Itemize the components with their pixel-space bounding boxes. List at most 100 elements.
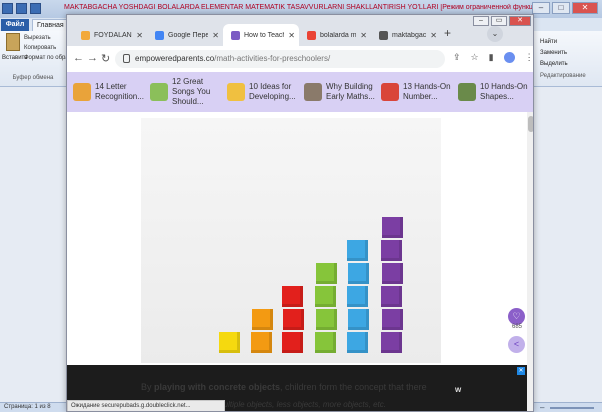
minimize-icon[interactable]: – — [532, 2, 550, 14]
editing-group-label: Редактирование — [540, 73, 586, 79]
cube — [381, 240, 402, 261]
tab-close-icon[interactable]: ✕ — [288, 31, 295, 40]
browser-tab[interactable]: maktabgacha-ta-lim ✕ — [371, 24, 441, 46]
sidebar-icon[interactable]: ▮ — [489, 52, 494, 63]
related-article[interactable]: 12 Great Songs You Should... — [150, 76, 227, 108]
toolbar-icons: ⇪ ☆ ▮ ⋮ — [453, 52, 533, 63]
lock-icon[interactable] — [123, 54, 130, 63]
paragraph-suffix: , children form the concept that there — [280, 382, 427, 392]
bookmark-star-icon[interactable]: ☆ — [471, 52, 479, 63]
paragraph-bold: playing with concrete objects — [154, 382, 281, 392]
tab-search-icon[interactable]: ⌄ — [487, 26, 503, 42]
browser-tab[interactable]: bolalarda matematik ✕ — [299, 24, 371, 46]
scrollbar-thumb[interactable] — [528, 116, 533, 132]
word-window-controls: – □ ✕ — [532, 2, 598, 14]
minimize-icon[interactable]: – — [473, 16, 489, 26]
browser-tab-active[interactable]: How to Teach Math ✕ — [223, 24, 299, 46]
article-paragraph-line2: multiple objects, less objects, more obj… — [217, 400, 386, 409]
close-icon[interactable]: ✕ — [509, 16, 531, 26]
page-scrollbar[interactable] — [527, 112, 533, 411]
extension-icon[interactable] — [503, 52, 515, 63]
browser-tab[interactable]: FOYDALANILGAN ✕ — [73, 24, 147, 46]
related-article[interactable]: 13 Hands-On Number... — [381, 76, 458, 108]
tab-title: FOYDALANILGAN — [94, 31, 132, 39]
cube — [251, 332, 272, 353]
tab-title: maktabgacha-ta-lim — [392, 31, 427, 39]
tab-close-icon[interactable]: ✕ — [212, 31, 219, 40]
zoom-out-icon[interactable]: – — [540, 403, 544, 412]
menu-icon[interactable]: ⋮ — [525, 52, 533, 63]
related-article[interactable]: Why Building Early Maths... — [304, 76, 381, 108]
close-icon[interactable]: ✕ — [572, 2, 598, 14]
cube — [381, 286, 402, 307]
word-logo-icon — [2, 3, 13, 14]
find-button[interactable]: Найти — [540, 37, 602, 48]
tab-title: bolalarda matematik — [320, 31, 357, 39]
related-article[interactable]: 10 Hands-On Shapes... — [458, 76, 533, 108]
cube — [381, 332, 402, 353]
quick-access-toolbar — [2, 3, 41, 14]
url-path: /math-activities-for-preschoolers/ — [214, 54, 331, 63]
save-icon[interactable] — [16, 3, 27, 14]
browser-toolbar: ← → ↻ empoweredparents.co/math-activitie… — [67, 46, 533, 72]
new-tab-icon[interactable]: + — [444, 26, 451, 40]
ad-close-icon[interactable]: ✕ — [517, 367, 525, 375]
share-button-icon[interactable]: < — [508, 336, 525, 353]
cube — [348, 309, 369, 330]
tab-close-icon[interactable]: ✕ — [430, 31, 437, 40]
cube — [382, 309, 403, 330]
cut-button[interactable]: Вырезать — [24, 35, 51, 41]
heart-icon[interactable]: ♡ — [508, 308, 525, 325]
page-count: Страница: 1 из 8 — [4, 404, 51, 410]
address-bar[interactable]: empoweredparents.co/math-activities-for-… — [115, 50, 445, 68]
tab-file[interactable]: Файл — [1, 19, 29, 31]
cube — [283, 309, 304, 330]
cube — [315, 332, 336, 353]
cube — [347, 286, 368, 307]
replace-button[interactable]: Заменить — [540, 48, 602, 59]
browser-window: FOYDALANILGAN ✕ Google Переводчик ✕ How … — [66, 14, 534, 412]
tab-close-icon[interactable]: ✕ — [360, 31, 367, 40]
clipboard-group-label: Буфер обмена — [12, 75, 54, 81]
document-title: MAKTABGACHA YOSHDAGI BOLALARDA ELEMENTAR… — [64, 4, 534, 11]
article-thumbnail — [458, 83, 476, 101]
related-article[interactable]: 14 Letter Recognition... — [73, 76, 150, 108]
url-domain: empoweredparents.co — [135, 54, 215, 63]
tab-favicon-icon — [231, 30, 240, 40]
article-title: 10 Ideas for Developing... — [249, 82, 296, 101]
back-icon[interactable]: ← — [73, 52, 84, 64]
forward-icon[interactable]: → — [87, 52, 98, 64]
article-thumbnail — [73, 83, 91, 101]
copy-button[interactable]: Копировать — [24, 45, 56, 51]
article-title: Why Building Early Maths... — [326, 82, 375, 101]
share-icon[interactable]: ⇪ — [453, 52, 461, 63]
tab-title: Google Переводчик — [168, 31, 208, 39]
cube — [315, 286, 336, 307]
undo-icon[interactable] — [30, 3, 41, 14]
reload-icon[interactable]: ↻ — [101, 52, 110, 65]
url-text: empoweredparents.co/math-activities-for-… — [135, 54, 330, 63]
related-article[interactable]: 10 Ideas for Developing... — [227, 76, 304, 108]
tab-strip: FOYDALANILGAN ✕ Google Переводчик ✕ How … — [67, 15, 533, 46]
zoom-slider[interactable] — [550, 407, 594, 409]
cube — [348, 263, 369, 284]
cube — [382, 263, 403, 284]
tab-favicon-icon — [155, 30, 164, 40]
save-count: 685 — [511, 324, 522, 330]
browser-tab[interactable]: Google Переводчик ✕ — [147, 24, 223, 46]
tab-home[interactable]: Главная — [32, 19, 69, 31]
loading-status: Ожидание securepubads.g.doubleclick.net.… — [67, 400, 225, 411]
select-button[interactable]: Выделить — [540, 59, 602, 70]
article-title: 10 Hands-On Shapes... — [480, 82, 528, 101]
cube — [382, 217, 403, 238]
ad-logo-icon: w — [455, 385, 462, 394]
tab-favicon-icon — [379, 30, 388, 40]
tab-favicon-icon — [307, 30, 316, 40]
maximize-icon[interactable]: □ — [552, 2, 570, 14]
article-title: 13 Hands-On Number... — [403, 82, 451, 101]
tab-close-icon[interactable]: ✕ — [136, 31, 143, 40]
cube — [316, 309, 337, 330]
restore-icon[interactable]: ▭ — [491, 16, 507, 26]
paste-icon[interactable] — [6, 33, 20, 51]
cube — [316, 263, 337, 284]
